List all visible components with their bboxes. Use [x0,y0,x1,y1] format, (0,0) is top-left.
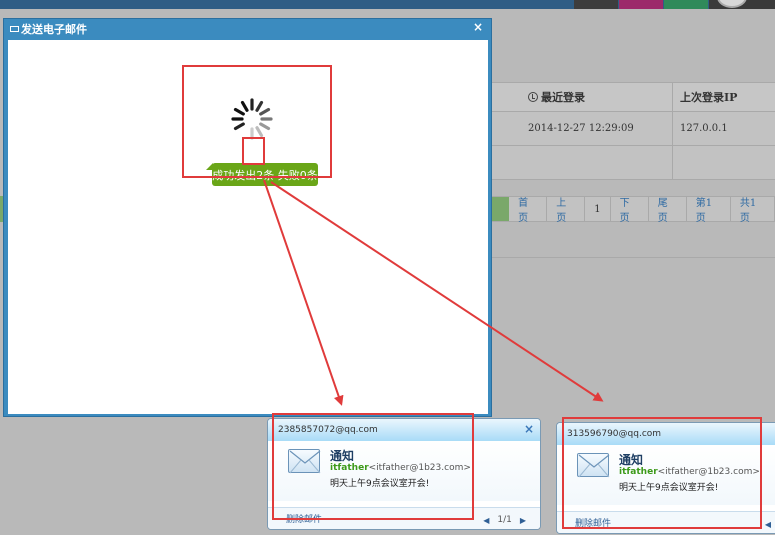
annotation-arrow-2 [270,181,604,402]
annotation-arrows [263,179,604,406]
annotation-arrow-1 [263,179,344,406]
